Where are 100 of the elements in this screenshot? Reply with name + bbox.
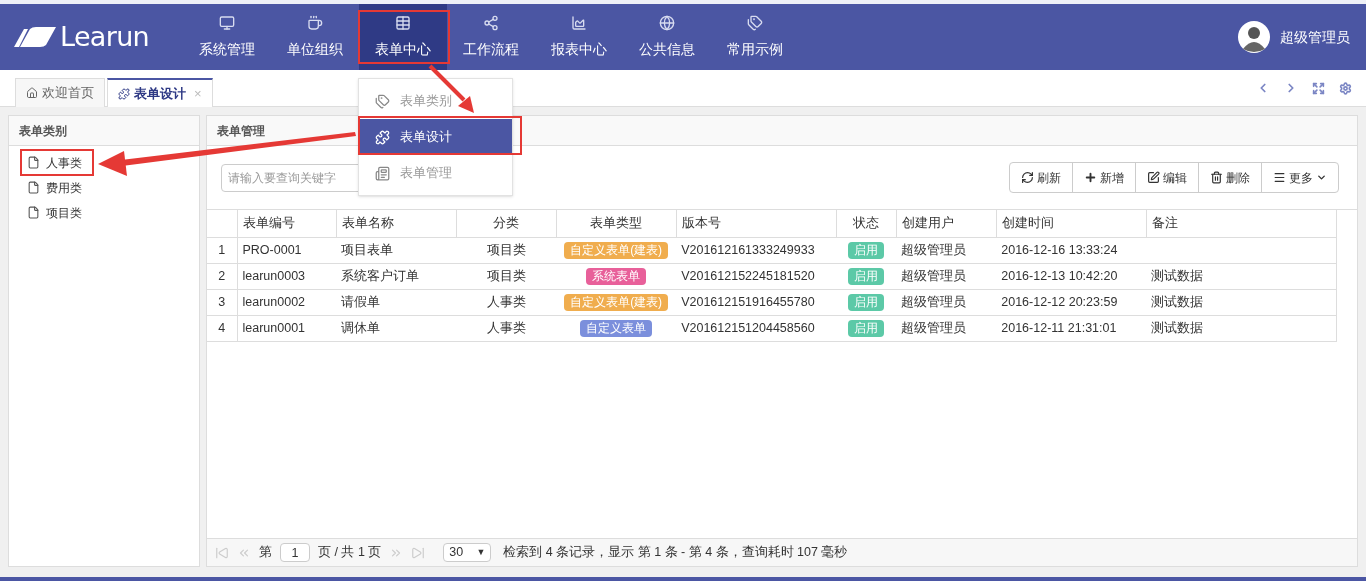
menu-icon [1273,171,1286,184]
row-number: 3 [207,289,237,315]
column-header[interactable]: 创建用户 [896,210,997,237]
toolbar-button[interactable]: 刷新 [1010,163,1072,192]
status-badge: 启用 [848,241,885,259]
column-header[interactable]: 分类 [456,210,557,237]
table-cell: learun0003 [237,263,337,289]
toolbar-button[interactable]: 更多 [1261,163,1338,192]
table-cell: V201612161333249933 [676,237,837,263]
table-cell: PRO-0001 [237,237,337,263]
table-cell: 超级管理员 [896,315,997,341]
nav-item[interactable]: 工作流程 [447,4,535,70]
table-cell: 系统客户订单 [336,263,457,289]
table-cell: 调休单 [336,315,457,341]
plus-icon [1084,171,1097,184]
puzzle-icon [118,87,130,100]
table-cell: 超级管理员 [896,237,997,263]
grid-icon [395,14,411,31]
tab[interactable]: 欢迎首页 [15,78,105,107]
file-icon [27,156,40,169]
page-size-select[interactable]: 30 ▼ [443,543,492,562]
tree-item[interactable]: 项目类 [27,200,82,225]
status-badge: 启用 [848,293,885,311]
table-cell: 超级管理员 [896,263,997,289]
pager-summary: 检索到 4 条记录，显示 第 1 条 - 第 4 条，查询耗时 107 毫秒 [503,544,848,562]
nav-item[interactable]: 系统管理 [183,4,271,70]
table-cell: 测试数据 [1146,289,1337,315]
tags-icon [747,14,763,31]
file-icon [27,206,40,219]
logo-mark-icon [14,27,56,47]
list-icon [375,165,390,181]
edit-icon [1147,171,1160,184]
row-number: 2 [207,263,237,289]
panel-title: 表单类别 [19,122,67,140]
tree-item[interactable]: 人事类 [27,150,82,175]
type-badge: 系统表单 [586,267,647,285]
table-cell: 测试数据 [1146,263,1337,289]
table-cell: 2016-12-11 21:31:01 [996,315,1147,341]
caret-icon [1316,172,1327,183]
refresh-icon [1021,171,1034,184]
area-chart-icon [571,14,587,31]
home-icon [26,87,38,99]
file-icon [27,181,40,194]
table-cell: 人事类 [456,289,557,315]
nav-item[interactable]: 表单中心 [359,4,447,70]
logo-text: Learun [60,19,149,54]
menu-item[interactable]: 表单设计 [359,119,512,155]
share-icon [483,14,499,31]
column-header[interactable]: 版本号 [676,210,837,237]
table-cell: 项目表单 [336,237,457,263]
table-cell: 2016-12-13 10:42:20 [996,263,1147,289]
trash-icon [1210,171,1223,184]
page-field[interactable]: 1 [280,543,310,562]
row-number: 1 [207,237,237,263]
tree-item[interactable]: 费用类 [27,175,82,200]
type-badge: 自定义表单(建表) [564,293,669,311]
column-header[interactable]: 表单编号 [237,210,337,237]
table-cell: 2016-12-12 20:23:59 [996,289,1147,315]
table-cell: 测试数据 [1146,315,1337,341]
row-number: 4 [207,315,237,341]
type-badge: 自定义表单 [580,319,653,337]
status-badge: 启用 [848,319,885,337]
table-cell: 超级管理员 [896,289,997,315]
page-label: 第 [259,544,272,562]
nav-item[interactable]: 常用示例 [711,4,799,70]
puzzle-icon [375,129,390,145]
column-header[interactable]: 表单名称 [336,210,457,237]
table-cell: learun0001 [237,315,337,341]
column-header[interactable]: 备注 [1146,210,1337,237]
table-cell: learun0002 [237,289,337,315]
globe-icon [659,14,675,31]
table-cell: 项目类 [456,263,557,289]
settings-icon[interactable] [1339,81,1352,95]
table-cell: V201612152245181520 [676,263,837,289]
table-cell: 请假单 [336,289,457,315]
nav-item[interactable]: 单位组织 [271,4,359,70]
cup-icon [307,14,323,31]
table-cell: 2016-12-16 13:33:24 [996,237,1147,263]
panel-title: 表单管理 [217,122,265,140]
avatar [1238,21,1270,53]
page-label: 页 / 共 1 页 [318,544,382,562]
toolbar-button[interactable]: 删除 [1198,163,1261,192]
column-header[interactable]: 表单类型 [556,210,677,237]
toolbar-button[interactable]: 编辑 [1135,163,1198,192]
column-header[interactable]: 创建时间 [996,210,1147,237]
status-badge: 启用 [848,267,885,285]
column-header[interactable]: 状态 [836,210,897,237]
toolbar-button[interactable]: 新增 [1072,163,1135,192]
monitor-icon [219,14,235,31]
fullscreen-icon[interactable] [1312,81,1325,95]
type-badge: 自定义表单(建表) [564,241,669,259]
nav-item[interactable]: 报表中心 [535,4,623,70]
nav-item[interactable]: 公共信息 [623,4,711,70]
tags-icon [375,93,390,109]
table-cell: V201612151204458560 [676,315,837,341]
table-cell: 人事类 [456,315,557,341]
user-name[interactable]: 超级管理员 [1280,26,1350,48]
tab[interactable]: 表单设计 × [107,78,213,107]
table-cell: 项目类 [456,237,557,263]
table-cell: V201612151916455780 [676,289,837,315]
